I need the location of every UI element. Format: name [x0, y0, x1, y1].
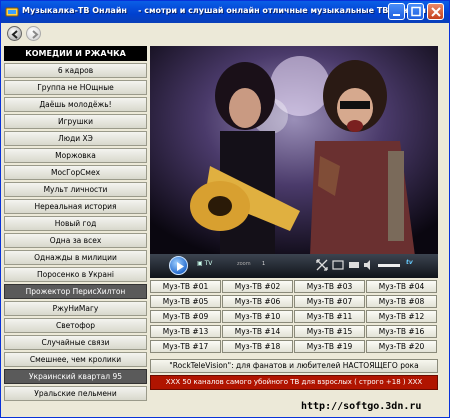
- back-button[interactable]: [7, 26, 22, 41]
- maximize-icon: [411, 6, 421, 17]
- channel-button[interactable]: Муз-ТВ #17: [150, 340, 221, 353]
- video-still-image: [150, 46, 438, 256]
- title-bar[interactable]: Музыкалка-ТВ Онлайн - смотри и слушай он…: [1, 1, 449, 23]
- sidebar-item[interactable]: Игрушки: [4, 114, 147, 129]
- sidebar-item[interactable]: Моржовка: [4, 148, 147, 163]
- category-sidebar: КОМЕДИИ И РЖАЧКА 6 кадров Группа не НОщн…: [4, 46, 147, 403]
- fullscreen-icon[interactable]: [316, 259, 328, 273]
- volume-slider[interactable]: [378, 264, 400, 267]
- forward-button[interactable]: [26, 26, 41, 41]
- fit-icon[interactable]: [332, 259, 344, 273]
- play-button[interactable]: [169, 256, 188, 275]
- sidebar-item[interactable]: МосГорСмех: [4, 165, 147, 180]
- maximize-button[interactable]: [407, 3, 424, 20]
- adult-channels-button[interactable]: XXX 50 каналов самого убойного ТВ для вз…: [150, 375, 438, 390]
- nav-bar: [1, 23, 449, 45]
- sidebar-item[interactable]: Смешнее, чем кролики: [4, 352, 147, 367]
- arrow-right-icon: [32, 30, 39, 39]
- stretch-icon[interactable]: [348, 259, 360, 273]
- app-icon: [5, 5, 19, 19]
- channel-button[interactable]: Муз-ТВ #06: [222, 295, 293, 308]
- channel-button[interactable]: Муз-ТВ #11: [294, 310, 365, 323]
- speaker-icon[interactable]: [363, 259, 375, 273]
- site-watermark: http://softgo.3dn.ru: [301, 401, 422, 412]
- sidebar-item[interactable]: Светофор: [4, 318, 147, 333]
- arrow-left-icon: [11, 30, 18, 39]
- sidebar-item[interactable]: Нереальная история: [4, 199, 147, 214]
- channel-button[interactable]: Муз-ТВ #15: [294, 325, 365, 338]
- sidebar-list: 6 кадров Группа не НОщные Даёшь молодёжь…: [4, 63, 147, 401]
- sidebar-item[interactable]: Одна за всех: [4, 233, 147, 248]
- channel-button[interactable]: Муз-ТВ #14: [222, 325, 293, 338]
- sidebar-item[interactable]: Мульт личности: [4, 182, 147, 197]
- sidebar-item-selected[interactable]: Прожектор ПерисХилтон: [4, 284, 147, 299]
- channel-button[interactable]: Муз-ТВ #13: [150, 325, 221, 338]
- close-icon: [431, 7, 441, 17]
- channel-button[interactable]: Муз-ТВ #19: [294, 340, 365, 353]
- sidebar-item[interactable]: Однажды в милиции: [4, 250, 147, 265]
- video-frame[interactable]: [150, 46, 438, 278]
- channel-button[interactable]: Муз-ТВ #20: [366, 340, 437, 353]
- close-button[interactable]: [427, 3, 444, 20]
- sidebar-item-selected[interactable]: Украинский квартал 95: [4, 369, 147, 384]
- window-title: Музыкалка-ТВ Онлайн - смотри и слушай он…: [22, 6, 427, 15]
- sidebar-item[interactable]: Даёшь молодёжь!: [4, 97, 147, 112]
- channel-button[interactable]: Муз-ТВ #04: [366, 280, 437, 293]
- minimize-icon: [393, 14, 400, 16]
- sidebar-item[interactable]: Уральские пельмени: [4, 386, 147, 401]
- channel-button[interactable]: Муз-ТВ #07: [294, 295, 365, 308]
- channel-button[interactable]: Муз-ТВ #02: [222, 280, 293, 293]
- channel-button[interactable]: Муз-ТВ #10: [222, 310, 293, 323]
- tv-badge: ▣ TV: [197, 260, 213, 267]
- rock-tv-button[interactable]: "RockTeleVision": для фанатов и любителе…: [150, 359, 438, 373]
- channel-button[interactable]: Муз-ТВ #05: [150, 295, 221, 308]
- sidebar-header: КОМЕДИИ И РЖАЧКА: [4, 46, 147, 61]
- channel-button[interactable]: Муз-ТВ #09: [150, 310, 221, 323]
- sidebar-item[interactable]: РжуНиМагу: [4, 301, 147, 316]
- zoom-label: zoom: [237, 261, 251, 267]
- sidebar-item[interactable]: Группа не НОщные: [4, 80, 147, 95]
- sidebar-item[interactable]: Новый год: [4, 216, 147, 231]
- app-window: Музыкалка-ТВ Онлайн - смотри и слушай он…: [0, 0, 450, 418]
- sidebar-item[interactable]: Люди ХЭ: [4, 131, 147, 146]
- channel-button[interactable]: Муз-ТВ #18: [222, 340, 293, 353]
- minimize-button[interactable]: [388, 3, 405, 20]
- channel-button[interactable]: Муз-ТВ #12: [366, 310, 437, 323]
- sidebar-item[interactable]: 6 кадров: [4, 63, 147, 78]
- channel-button[interactable]: Муз-ТВ #16: [366, 325, 437, 338]
- player-controls: ▣ TV zoom 1 tv: [150, 254, 438, 278]
- player-brand-logo: tv: [406, 259, 413, 266]
- sidebar-item[interactable]: Случайные связи: [4, 335, 147, 350]
- sidebar-item[interactable]: Поросенко в Украні: [4, 267, 147, 282]
- zoom-value: 1: [262, 261, 266, 267]
- channel-button[interactable]: Муз-ТВ #03: [294, 280, 365, 293]
- channel-button[interactable]: Муз-ТВ #01: [150, 280, 221, 293]
- play-icon: [177, 262, 184, 271]
- channel-button[interactable]: Муз-ТВ #08: [366, 295, 437, 308]
